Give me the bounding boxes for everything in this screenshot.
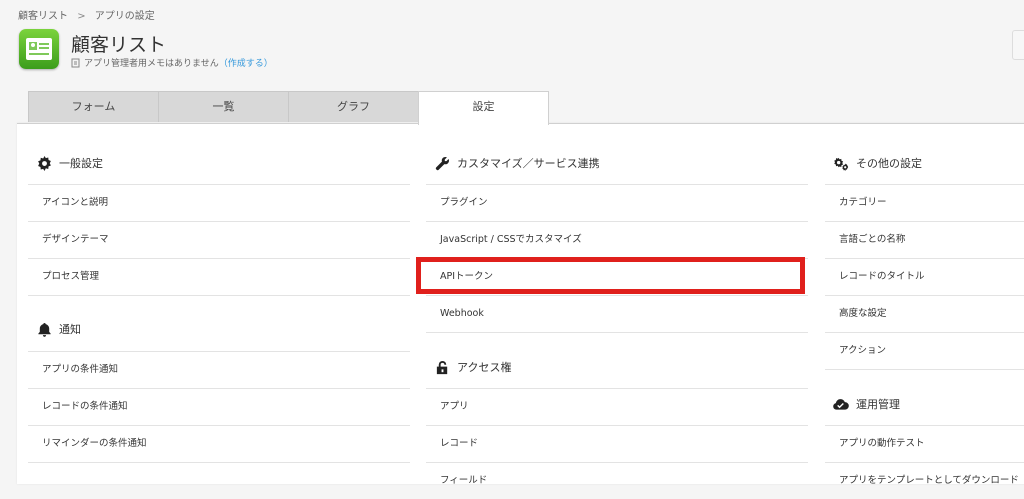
menu-api-token[interactable]: APIトークン [426, 258, 808, 295]
gear-icon [38, 155, 51, 171]
menu-app-test[interactable]: アプリの動作テスト [825, 425, 1024, 462]
menu-category[interactable]: カテゴリー [825, 184, 1024, 221]
divider [28, 295, 410, 296]
menu-record-title[interactable]: レコードのタイトル [825, 258, 1024, 295]
section-ops-title: 運用管理 [856, 398, 900, 411]
menu-icon-and-description[interactable]: アイコンと説明 [28, 184, 410, 221]
menu-plugins[interactable]: プラグイン [426, 184, 808, 221]
breadcrumb-separator: > [77, 11, 86, 22]
breadcrumb-current: アプリの設定 [94, 11, 155, 22]
breadcrumb: 顧客リスト > アプリの設定 [18, 7, 161, 22]
section-other-title: その他の設定 [856, 157, 922, 170]
section-notify-title: 通知 [59, 323, 81, 336]
divider [426, 332, 808, 333]
options-button[interactable] [1012, 30, 1024, 60]
cloud-check-icon [833, 399, 849, 410]
menu-js-css-customize[interactable]: JavaScript / CSSでカスタマイズ [426, 221, 808, 258]
memo-create-link[interactable]: （作成する） [219, 59, 273, 69]
app-title: 顧客リスト [71, 34, 167, 56]
divider [825, 369, 1024, 370]
wrench-icon [435, 156, 449, 170]
menu-actions[interactable]: アクション [825, 332, 1024, 369]
menu-webhook[interactable]: Webhook [426, 295, 808, 332]
tab-form[interactable]: フォーム [28, 91, 159, 122]
memo-text: アプリ管理者用メモはありません [84, 59, 219, 69]
menu-app-condition-notice[interactable]: アプリの条件通知 [28, 351, 410, 388]
settings-panel: 一般設定 アイコンと説明 デザインテーマ プロセス管理 通知 アプリの条件通知 … [17, 123, 1024, 486]
app-memo: アプリ管理者用メモはありません（作成する） [71, 56, 273, 69]
menu-advanced-settings[interactable]: 高度な設定 [825, 295, 1024, 332]
section-customize: カスタマイズ／サービス連携 [435, 145, 600, 181]
divider [28, 462, 410, 463]
section-access-title: アクセス権 [457, 361, 512, 374]
menu-design-theme[interactable]: デザインテーマ [28, 221, 410, 258]
section-general: 一般設定 [37, 145, 103, 181]
section-ops: 運用管理 [832, 386, 900, 422]
menu-access-record[interactable]: レコード [426, 425, 808, 462]
breadcrumb-app-link[interactable]: 顧客リスト [18, 11, 68, 22]
tab-settings[interactable]: 設定 [418, 91, 549, 125]
menu-reminder-condition-notice[interactable]: リマインダーの条件通知 [28, 425, 410, 462]
section-customize-title: カスタマイズ／サービス連携 [457, 157, 600, 170]
app-icon [19, 29, 59, 69]
tab-list[interactable]: 一覧 [158, 91, 289, 122]
menu-language-names[interactable]: 言語ごとの名称 [825, 221, 1024, 258]
lock-icon [436, 360, 448, 374]
section-access: アクセス権 [435, 349, 511, 385]
section-general-title: 一般設定 [59, 157, 103, 170]
memo-icon [71, 58, 80, 68]
bell-icon [38, 322, 51, 337]
menu-process-management[interactable]: プロセス管理 [28, 258, 410, 295]
menu-record-condition-notice[interactable]: レコードの条件通知 [28, 388, 410, 425]
section-notify: 通知 [37, 311, 81, 347]
gears-icon [834, 157, 849, 171]
tab-graph[interactable]: グラフ [288, 91, 419, 122]
section-other: その他の設定 [833, 145, 922, 181]
menu-access-app[interactable]: アプリ [426, 388, 808, 425]
